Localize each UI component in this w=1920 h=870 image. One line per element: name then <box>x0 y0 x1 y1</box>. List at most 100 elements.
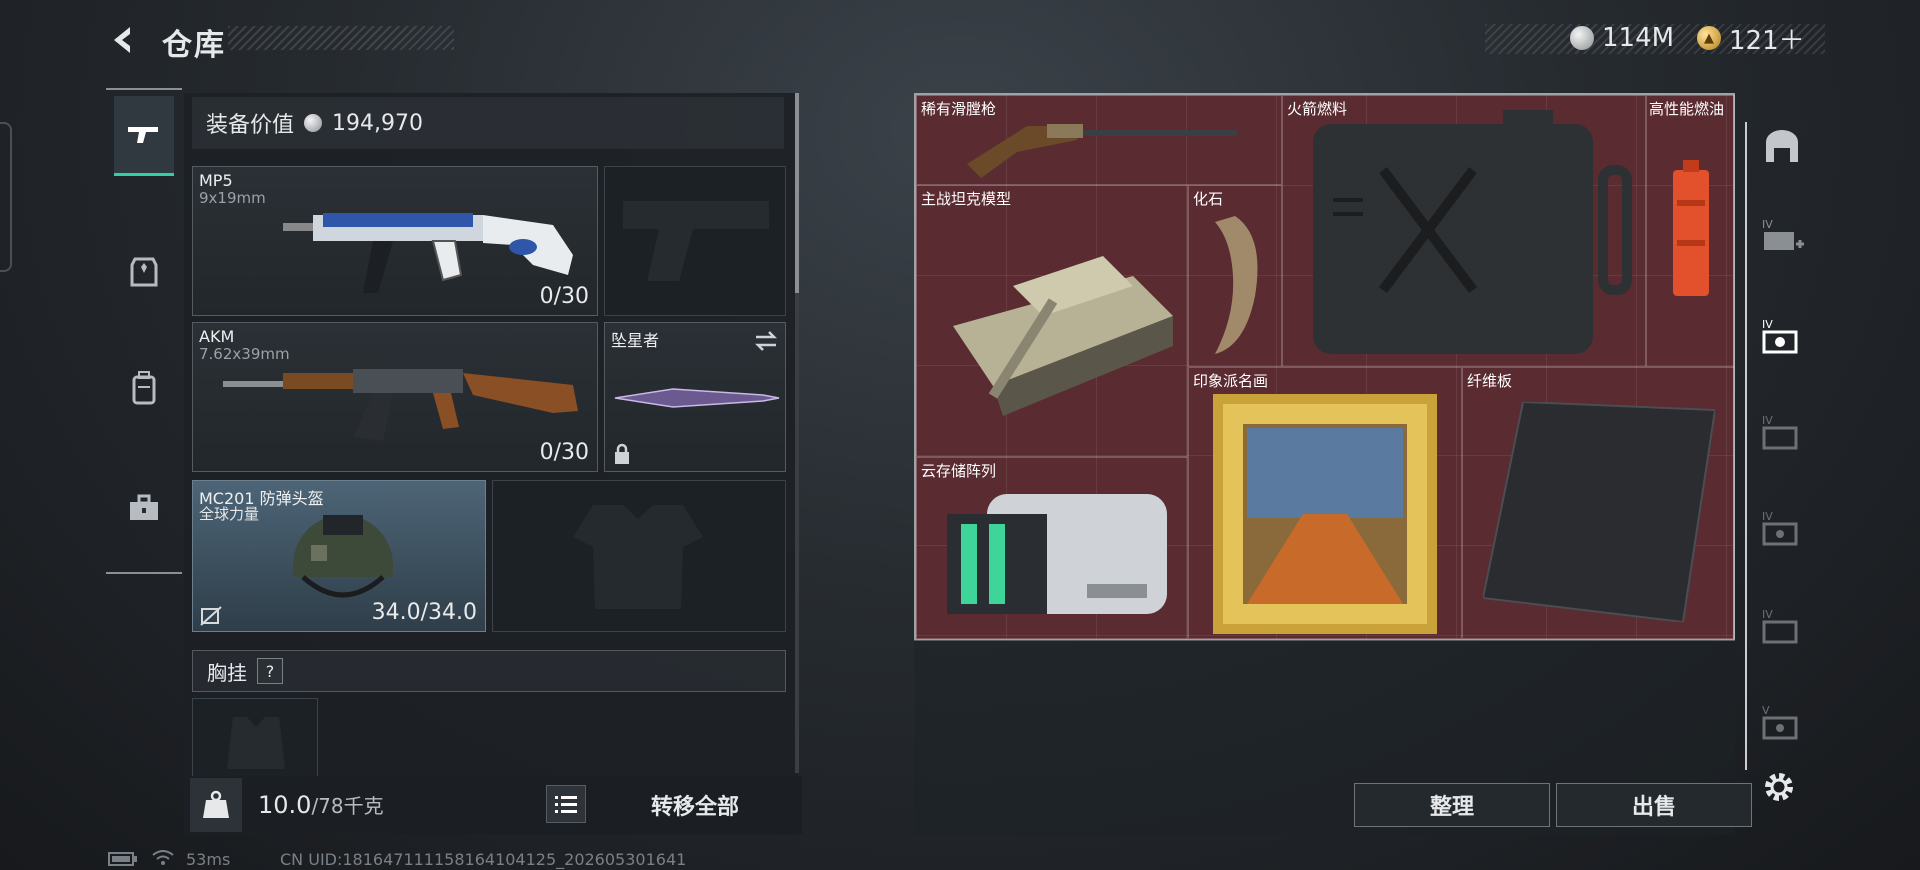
silver-amount: 114M <box>1602 23 1675 53</box>
lock-icon <box>615 443 629 464</box>
warehouse-item-fiber-board[interactable]: 纤维板 <box>1462 367 1735 639</box>
storage-tab-active[interactable]: IV <box>1752 306 1812 366</box>
ping-readout: 53ms <box>186 850 231 869</box>
warehouse-item-rocket-fuel[interactable]: 火箭燃料 <box>1282 95 1646 367</box>
weapon-ammo-count: 0/30 <box>539 284 589 309</box>
battery-icon <box>108 852 137 866</box>
list-view-button[interactable] <box>546 785 586 823</box>
warehouse-item-cloud-storage-array[interactable]: 云存储阵列 <box>916 457 1188 639</box>
weight-icon <box>203 790 229 818</box>
storage-tab-5[interactable]: V <box>1752 692 1812 752</box>
chest-rig-header: 胸挂 ? <box>192 650 786 692</box>
fuel-bottle-image <box>1673 160 1709 296</box>
gold-coin-icon: ▲ <box>1697 26 1721 50</box>
transfer-all-button[interactable]: 转移全部 <box>600 780 790 830</box>
helmet-slot[interactable]: MC201 防弹头盔 全球力量 34.0/34.0 <box>192 480 486 632</box>
item-label: 印象派名画 <box>1193 372 1269 390</box>
scrollbar-thumb[interactable] <box>795 93 799 293</box>
melee-slot[interactable]: 坠星者 <box>604 322 786 472</box>
warehouse-nav-line <box>1745 122 1747 770</box>
svg-text:IV: IV <box>1762 414 1773 427</box>
secondary-weapon-slot[interactable]: AKM 7.62x39mm 0/30 <box>192 322 598 472</box>
gear-icon <box>1765 773 1793 801</box>
silver-currency: 114M <box>1570 20 1674 56</box>
helmet-brand: 全球力量 <box>199 505 260 523</box>
warehouse-icon <box>1766 130 1798 162</box>
add-warehouse-tab[interactable]: IV <box>1752 206 1812 266</box>
swap-icon[interactable] <box>753 329 779 353</box>
help-button[interactable]: ? <box>257 658 283 684</box>
equipment-value-bar: 装备价值 194,970 <box>192 97 784 149</box>
weapon-name: AKM <box>199 327 235 346</box>
user-uid: CN UID:181647111158164104125_20260530164… <box>280 850 687 869</box>
vest-silhouette-icon <box>573 505 703 609</box>
musket-image <box>967 124 1237 178</box>
tank-image <box>953 256 1173 416</box>
primary-weapon-slot[interactable]: MP5 9x19mm 0/30 <box>192 166 598 316</box>
svg-text:IV: IV <box>1762 318 1773 331</box>
fuel-can-image <box>1313 110 1632 354</box>
storage-tab-3[interactable]: IV <box>1752 498 1812 558</box>
item-label: 主战坦克模型 <box>921 190 1012 208</box>
warehouse-item-tank-model[interactable]: 主战坦克模型 <box>916 185 1188 457</box>
chest-rig-label: 胸挂 <box>207 660 247 685</box>
tab-firearms[interactable] <box>114 96 174 176</box>
sidearm-slot-empty[interactable] <box>604 166 786 316</box>
item-label: 化石 <box>1193 190 1224 208</box>
svg-text:IV: IV <box>1762 608 1773 621</box>
warehouse-item-impressionist-painting[interactable]: 印象派名画 <box>1188 367 1462 639</box>
page-title: 仓库 <box>162 28 226 63</box>
svg-text:V: V <box>1762 704 1770 717</box>
tab-backpack[interactable] <box>114 348 174 428</box>
silver-coin-icon <box>1570 26 1594 50</box>
item-label: 纤维板 <box>1467 372 1513 390</box>
add-storage-icon: IV <box>1762 218 1804 250</box>
warehouse-main-tab[interactable] <box>1752 116 1812 176</box>
helmet-durability: 34.0/34.0 <box>371 600 477 625</box>
storage-tab-2[interactable]: IV <box>1752 402 1812 462</box>
melee-blade-image <box>614 388 780 408</box>
gold-amount: 121＋ <box>1729 25 1805 56</box>
weapon-name: MP5 <box>199 171 233 190</box>
storage-array-image <box>947 494 1167 614</box>
sort-button[interactable]: 整理 <box>1354 783 1550 827</box>
warehouse-item-rare-musket[interactable]: 稀有滑膛枪 <box>916 95 1282 185</box>
storage-box-icon: V <box>1762 704 1798 740</box>
chest-rig-slot-empty[interactable] <box>192 698 318 778</box>
settings-button[interactable] <box>1754 762 1804 812</box>
fossil-claw-image <box>1215 216 1258 354</box>
equipment-value-label: 装备价值 <box>206 113 295 138</box>
fiber-board-image <box>1483 402 1715 622</box>
silver-coin-icon <box>304 114 323 132</box>
list-icon <box>555 796 577 813</box>
warehouse-item-fossil[interactable]: 化石 <box>1188 185 1282 367</box>
item-label: 高性能燃油 <box>1649 100 1725 118</box>
helmet-image <box>293 515 393 598</box>
armor-slot-empty[interactable] <box>492 480 786 632</box>
svg-text:IV: IV <box>1762 218 1773 231</box>
equipment-value: 194,970 <box>332 110 423 136</box>
weight-current: 10.0 <box>258 791 312 819</box>
weapon-ammo-type: 9x19mm <box>199 189 266 207</box>
storage-box-icon: IV <box>1762 510 1798 546</box>
no-insure-icon <box>200 606 222 626</box>
sell-button[interactable]: 出售 <box>1556 783 1752 827</box>
back-arrow-icon <box>114 27 130 53</box>
gold-currency[interactable]: ▲ 121＋ <box>1697 20 1805 56</box>
pistol-icon <box>128 126 158 143</box>
back-button[interactable] <box>100 18 150 62</box>
storage-box-icon: IV <box>1762 414 1798 450</box>
storage-box-icon: IV <box>1762 608 1798 644</box>
tab-toolbox[interactable] <box>114 468 174 548</box>
weapon-ammo-count: 0/30 <box>539 440 589 465</box>
toolbox-icon <box>130 494 158 520</box>
edge-handle[interactable] <box>0 122 12 272</box>
weight-button[interactable] <box>190 778 242 832</box>
tab-armor[interactable] <box>114 232 174 312</box>
storage-tab-4[interactable]: IV <box>1752 596 1812 656</box>
warehouse-item-high-performance-fuel[interactable]: 高性能燃油 <box>1646 95 1735 367</box>
backpack-icon <box>132 371 156 405</box>
pistol-silhouette-icon <box>623 201 769 281</box>
storage-box-icon: IV <box>1762 318 1798 354</box>
weight-max: /78千克 <box>311 794 384 818</box>
